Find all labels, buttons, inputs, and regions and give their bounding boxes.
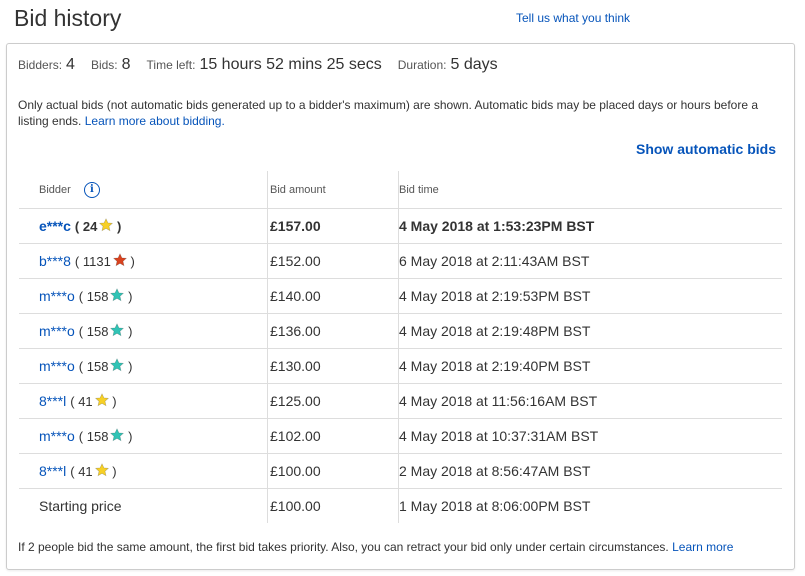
bidder-header-label: Bidder bbox=[39, 183, 71, 196]
bid-amount: £125.00 bbox=[267, 383, 399, 419]
info-icon[interactable]: i bbox=[83, 181, 100, 198]
bid-time: 4 May 2018 at 11:56:16AM BST bbox=[398, 383, 782, 419]
yellow-star-icon bbox=[99, 218, 114, 232]
bid-time: 4 May 2018 at 10:37:31AM BST bbox=[398, 418, 782, 454]
time-column-header: Bid time bbox=[398, 171, 782, 209]
bid-time: 2 May 2018 at 8:56:47AM BST bbox=[398, 453, 782, 489]
feedback-link[interactable]: Tell us what you think bbox=[516, 11, 630, 25]
learn-more-bidding-link[interactable]: Learn more about bidding. bbox=[85, 114, 225, 128]
feedback-score[interactable]: ( 41 ) bbox=[70, 463, 117, 479]
bid-amount: £102.00 bbox=[267, 418, 399, 454]
bidders-count: 4 bbox=[66, 56, 75, 73]
bid-table: Bidder i Bid amount Bid time e***c( 24 )… bbox=[19, 171, 782, 523]
duration-label: Duration: bbox=[397, 58, 447, 72]
feedback-score[interactable]: ( 24 ) bbox=[75, 218, 121, 234]
bidder-cell: 8***l( 41 ) bbox=[19, 453, 268, 489]
footer-text: If 2 people bid the same amount, the fir… bbox=[18, 540, 669, 554]
teal-star-icon bbox=[110, 323, 125, 337]
bidder-name-link[interactable]: m***o bbox=[39, 358, 75, 374]
bidder-name-link[interactable]: m***o bbox=[39, 323, 75, 339]
bid-time: 4 May 2018 at 2:19:40PM BST bbox=[398, 348, 782, 384]
bid-row: e***c( 24 ) £157.00 4 May 2018 at 1:53:23P… bbox=[19, 208, 782, 244]
starting-price-label: Starting price bbox=[19, 488, 268, 523]
bidder-name-link[interactable]: 8***l bbox=[39, 393, 66, 409]
bid-row: m***o( 158 ) £140.00 4 May 2018 at 2:19:53… bbox=[19, 278, 782, 314]
teal-star-icon bbox=[110, 358, 125, 372]
teal-star-icon bbox=[110, 428, 125, 442]
bid-amount: £136.00 bbox=[267, 313, 399, 349]
bid-amount: £140.00 bbox=[267, 278, 399, 314]
feedback-score-value: 41 bbox=[78, 464, 93, 479]
yellow-star-icon bbox=[94, 463, 109, 477]
yellow-star-icon bbox=[94, 393, 109, 407]
footer-note: If 2 people bid the same amount, the fir… bbox=[18, 540, 733, 554]
bidder-cell: b***8( 1131 ) bbox=[19, 243, 268, 279]
bidder-name-link[interactable]: b***8 bbox=[39, 253, 71, 269]
feedback-score-value: 158 bbox=[86, 359, 109, 374]
duration-value: 5 days bbox=[450, 56, 498, 73]
amount-column-header: Bid amount bbox=[267, 171, 399, 209]
feedback-score[interactable]: ( 41 ) bbox=[70, 393, 117, 409]
table-header-row: Bidder i Bid amount Bid time bbox=[19, 171, 782, 209]
bid-time: 4 May 2018 at 2:19:53PM BST bbox=[398, 278, 782, 314]
starting-price-amount: £100.00 bbox=[267, 488, 399, 523]
bidder-cell: e***c( 24 ) bbox=[19, 208, 268, 244]
feedback-score-value: 24 bbox=[82, 219, 98, 234]
bidder-name-link[interactable]: e***c bbox=[39, 218, 71, 234]
bidder-name-link[interactable]: m***o bbox=[39, 288, 75, 304]
bid-history-panel: Bidders: 4 Bids: 8 Time left: 15 hours 5… bbox=[6, 43, 795, 570]
bid-row: b***8( 1131 ) £152.00 6 May 2018 at 2:11:4… bbox=[19, 243, 782, 279]
bids-notice: Only actual bids (not automatic bids gen… bbox=[18, 97, 778, 129]
bid-summary: Bidders: 4 Bids: 8 Time left: 15 hours 5… bbox=[18, 56, 514, 74]
page-title: Bid history bbox=[14, 5, 122, 31]
feedback-score[interactable]: ( 158 ) bbox=[79, 428, 132, 444]
bids-label: Bids: bbox=[90, 58, 118, 72]
bid-time: 4 May 2018 at 1:53:23PM BST bbox=[398, 208, 782, 244]
time-left-value: 15 hours 52 mins 25 secs bbox=[199, 56, 382, 73]
time-left-label: Time left: bbox=[146, 58, 196, 72]
bid-amount: £100.00 bbox=[267, 453, 399, 489]
bids-count: 8 bbox=[121, 56, 131, 73]
feedback-score-value: 1131 bbox=[82, 254, 111, 269]
show-automatic-bids-button[interactable]: Show automatic bids bbox=[636, 141, 776, 157]
bidder-cell: m***o( 158 ) bbox=[19, 418, 268, 454]
teal-star-icon bbox=[110, 288, 125, 302]
bidder-name-link[interactable]: 8***l bbox=[39, 463, 66, 479]
bidder-column-header: Bidder i bbox=[19, 171, 268, 209]
starting-price-row: Starting price £100.00 1 May 2018 at 8:06:… bbox=[19, 488, 782, 523]
learn-more-link[interactable]: Learn more bbox=[672, 540, 733, 554]
bid-amount: £152.00 bbox=[267, 243, 399, 279]
bidders-label: Bidders: bbox=[18, 58, 63, 72]
bid-row: m***o( 158 ) £130.00 4 May 2018 at 2:19:40… bbox=[19, 348, 782, 384]
bid-row: m***o( 158 ) £136.00 4 May 2018 at 2:19:48… bbox=[19, 313, 782, 349]
time-header-label: Bid time bbox=[399, 183, 439, 196]
feedback-score[interactable]: ( 158 ) bbox=[79, 323, 132, 339]
bid-time: 4 May 2018 at 2:19:48PM BST bbox=[398, 313, 782, 349]
starting-price-time: 1 May 2018 at 8:06:00PM BST bbox=[399, 498, 591, 514]
feedback-score-value: 158 bbox=[86, 289, 109, 304]
amount-header-label: Bid amount bbox=[270, 183, 326, 196]
feedback-score-value: 41 bbox=[78, 394, 93, 409]
bid-time: 6 May 2018 at 2:11:43AM BST bbox=[398, 243, 782, 279]
bidder-cell: m***o( 158 ) bbox=[19, 278, 268, 314]
feedback-score[interactable]: ( 158 ) bbox=[79, 358, 132, 374]
feedback-score-value: 158 bbox=[86, 429, 109, 444]
bid-row: m***o( 158 ) £102.00 4 May 2018 at 10:37:3… bbox=[19, 418, 782, 454]
feedback-score[interactable]: ( 1131 ) bbox=[75, 253, 135, 269]
bid-amount: £130.00 bbox=[267, 348, 399, 384]
bidder-cell: 8***l( 41 ) bbox=[19, 383, 268, 419]
feedback-score-value: 158 bbox=[86, 324, 109, 339]
bid-amount: £157.00 bbox=[267, 208, 399, 244]
bid-row: 8***l( 41 ) £100.00 2 May 2018 at 8:56:47A… bbox=[19, 453, 782, 489]
bidder-name-link[interactable]: m***o bbox=[39, 428, 75, 444]
bid-row: 8***l( 41 ) £125.00 4 May 2018 at 11:56:16… bbox=[19, 383, 782, 419]
bidder-cell: m***o( 158 ) bbox=[19, 313, 268, 349]
feedback-score[interactable]: ( 158 ) bbox=[79, 288, 132, 304]
bidder-cell: m***o( 158 ) bbox=[19, 348, 268, 384]
red-star-icon bbox=[112, 253, 127, 267]
